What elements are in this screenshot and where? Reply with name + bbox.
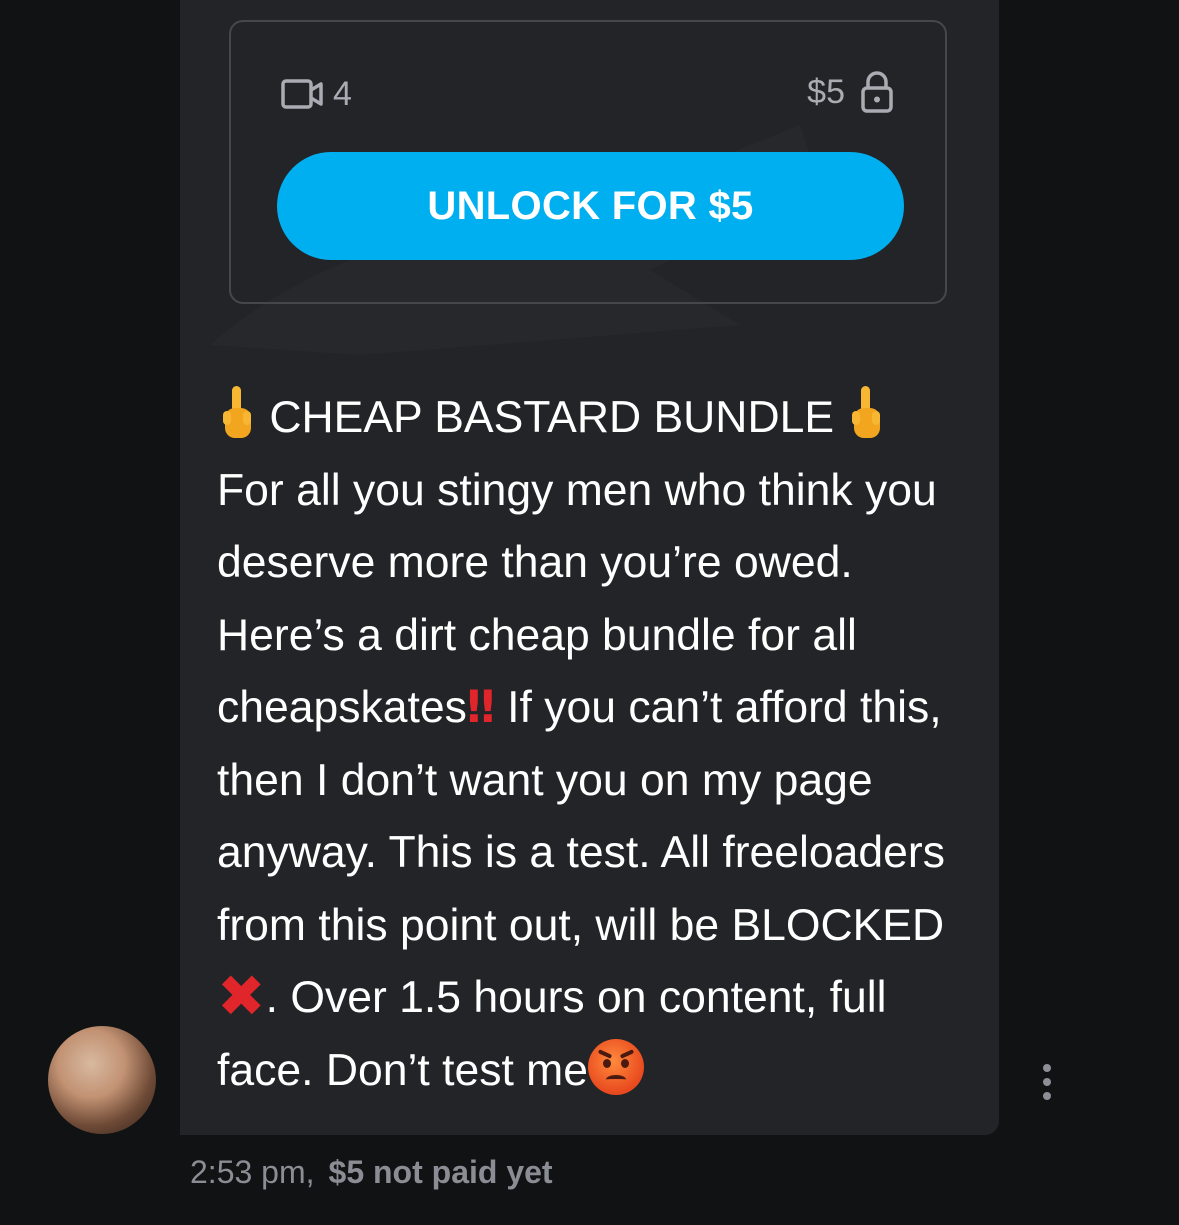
payment-status: $5 not paid yet: [328, 1153, 553, 1190]
middle-finger-emoji-icon: [223, 386, 251, 438]
message-text: CHEAP BASTARD BUNDLE For all you stingy …: [217, 382, 977, 1107]
unlock-button[interactable]: UNLOCK FOR $5: [277, 152, 904, 260]
locked-media-card: 4 $5 UNLOCK FOR $5: [229, 20, 947, 304]
video-count-label: 4: [333, 74, 352, 113]
middle-finger-emoji-icon: [852, 386, 881, 438]
more-options-icon[interactable]: [1030, 1060, 1064, 1104]
media-count: 4: [281, 74, 352, 114]
message-body-part-3: . Over 1.5 hours on content, full face. …: [217, 973, 887, 1095]
price-indicator: $5: [807, 70, 893, 114]
message-title: CHEAP BASTARD BUNDLE: [269, 393, 835, 442]
avatar[interactable]: [48, 1026, 156, 1134]
price-label: $5: [807, 72, 845, 111]
double-exclamation-emoji-icon: ‼: [466, 682, 495, 733]
video-icon: [281, 79, 323, 109]
message-bubble: 4 $5 UNLOCK FOR $5 CHEAP BASTARD BUNDLE …: [180, 0, 999, 1135]
message-time: 2:53 pm,: [190, 1153, 315, 1190]
chat-screen: 4 $5 UNLOCK FOR $5 CHEAP BASTARD BUNDLE …: [0, 0, 1179, 1225]
angry-face-emoji-icon: [588, 1038, 644, 1095]
cross-mark-emoji-icon: ✖: [217, 962, 266, 1030]
lock-icon: [861, 71, 893, 113]
message-meta: 2:53 pm, $5 not paid yet: [190, 1150, 553, 1194]
